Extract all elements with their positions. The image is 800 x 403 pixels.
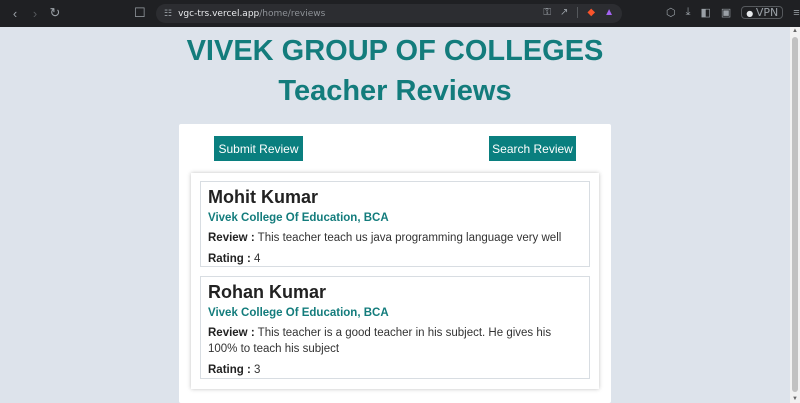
site-info-icon[interactable]: ☷ bbox=[164, 8, 172, 19]
reload-icon[interactable]: ↻ bbox=[45, 5, 65, 21]
divider bbox=[577, 7, 579, 18]
menu-icon[interactable]: ≡ bbox=[793, 7, 799, 19]
submit-review-button[interactable]: Submit Review bbox=[214, 136, 303, 161]
review-list[interactable]: Mohit Kumar Vivek College Of Education, … bbox=[191, 173, 599, 389]
review-content: This teacher is a good teacher in his su… bbox=[208, 327, 552, 355]
reviewer-name: Rohan Kumar bbox=[208, 282, 327, 302]
share-icon[interactable]: ↗ bbox=[560, 7, 568, 18]
review-label: Review : bbox=[208, 327, 255, 339]
rating-text: Rating : 3 bbox=[208, 362, 582, 378]
rating-label: Rating : bbox=[208, 364, 251, 376]
review-label: Review : bbox=[208, 232, 255, 244]
reviews-card: Submit Review Search Review Mohit Kumar … bbox=[179, 124, 611, 403]
reviewer-name: Mohit Kumar bbox=[208, 187, 318, 207]
reviewer-college: Vivek College Of Education, BCA bbox=[208, 307, 389, 319]
review-text: Review : This teacher is a good teacher … bbox=[208, 325, 582, 357]
vpn-button[interactable]: ● VPN bbox=[741, 6, 784, 19]
address-bar[interactable]: ☷ vgc-trs.vercel.app/home/reviews ⚿ ↗ ◆ … bbox=[156, 4, 622, 23]
review-content: This teacher teach us java programming l… bbox=[257, 232, 562, 244]
scrollbar-thumb[interactable] bbox=[792, 37, 798, 392]
sidebar-icon[interactable]: ◧ bbox=[700, 6, 710, 19]
rating-text: Rating : 4 bbox=[208, 251, 582, 267]
brave-rewards-icon[interactable]: ▲ bbox=[604, 7, 614, 18]
rating-label: Rating : bbox=[208, 253, 251, 265]
page-scrollbar[interactable]: ▲ ▼ bbox=[790, 27, 800, 403]
rating-value: 3 bbox=[254, 364, 261, 376]
download-icon[interactable]: ⤓ bbox=[686, 6, 691, 19]
key-icon[interactable]: ⚿ bbox=[543, 7, 551, 18]
scroll-up-icon[interactable]: ▲ bbox=[792, 28, 798, 34]
forward-icon[interactable]: › bbox=[25, 6, 45, 21]
search-review-button[interactable]: Search Review bbox=[489, 136, 576, 161]
scroll-down-icon[interactable]: ▼ bbox=[792, 396, 798, 402]
back-icon[interactable]: ‹ bbox=[5, 6, 25, 21]
wallet-icon[interactable]: ▣ bbox=[721, 6, 731, 19]
browser-toolbar: ‹ › ↻ ☐ ☷ vgc-trs.vercel.app/home/review… bbox=[0, 0, 800, 27]
page-content: VIVEK GROUP OF COLLEGES Teacher Reviews … bbox=[0, 27, 790, 403]
page-title: Teacher Reviews bbox=[278, 75, 512, 107]
review-text: Review : This teacher teach us java prog… bbox=[208, 230, 582, 246]
review-item: Rohan Kumar Vivek College Of Education, … bbox=[200, 276, 590, 379]
extensions-icon[interactable]: ⬡ bbox=[666, 6, 676, 19]
rating-value: 4 bbox=[254, 253, 261, 265]
review-item: Mohit Kumar Vivek College Of Education, … bbox=[200, 181, 590, 267]
url-text[interactable]: vgc-trs.vercel.app/home/reviews bbox=[178, 9, 325, 19]
bookmark-icon[interactable]: ☐ bbox=[134, 5, 146, 21]
college-title: VIVEK GROUP OF COLLEGES bbox=[186, 35, 604, 67]
brave-shields-icon[interactable]: ◆ bbox=[587, 7, 595, 18]
reviewer-college: Vivek College Of Education, BCA bbox=[208, 212, 389, 224]
